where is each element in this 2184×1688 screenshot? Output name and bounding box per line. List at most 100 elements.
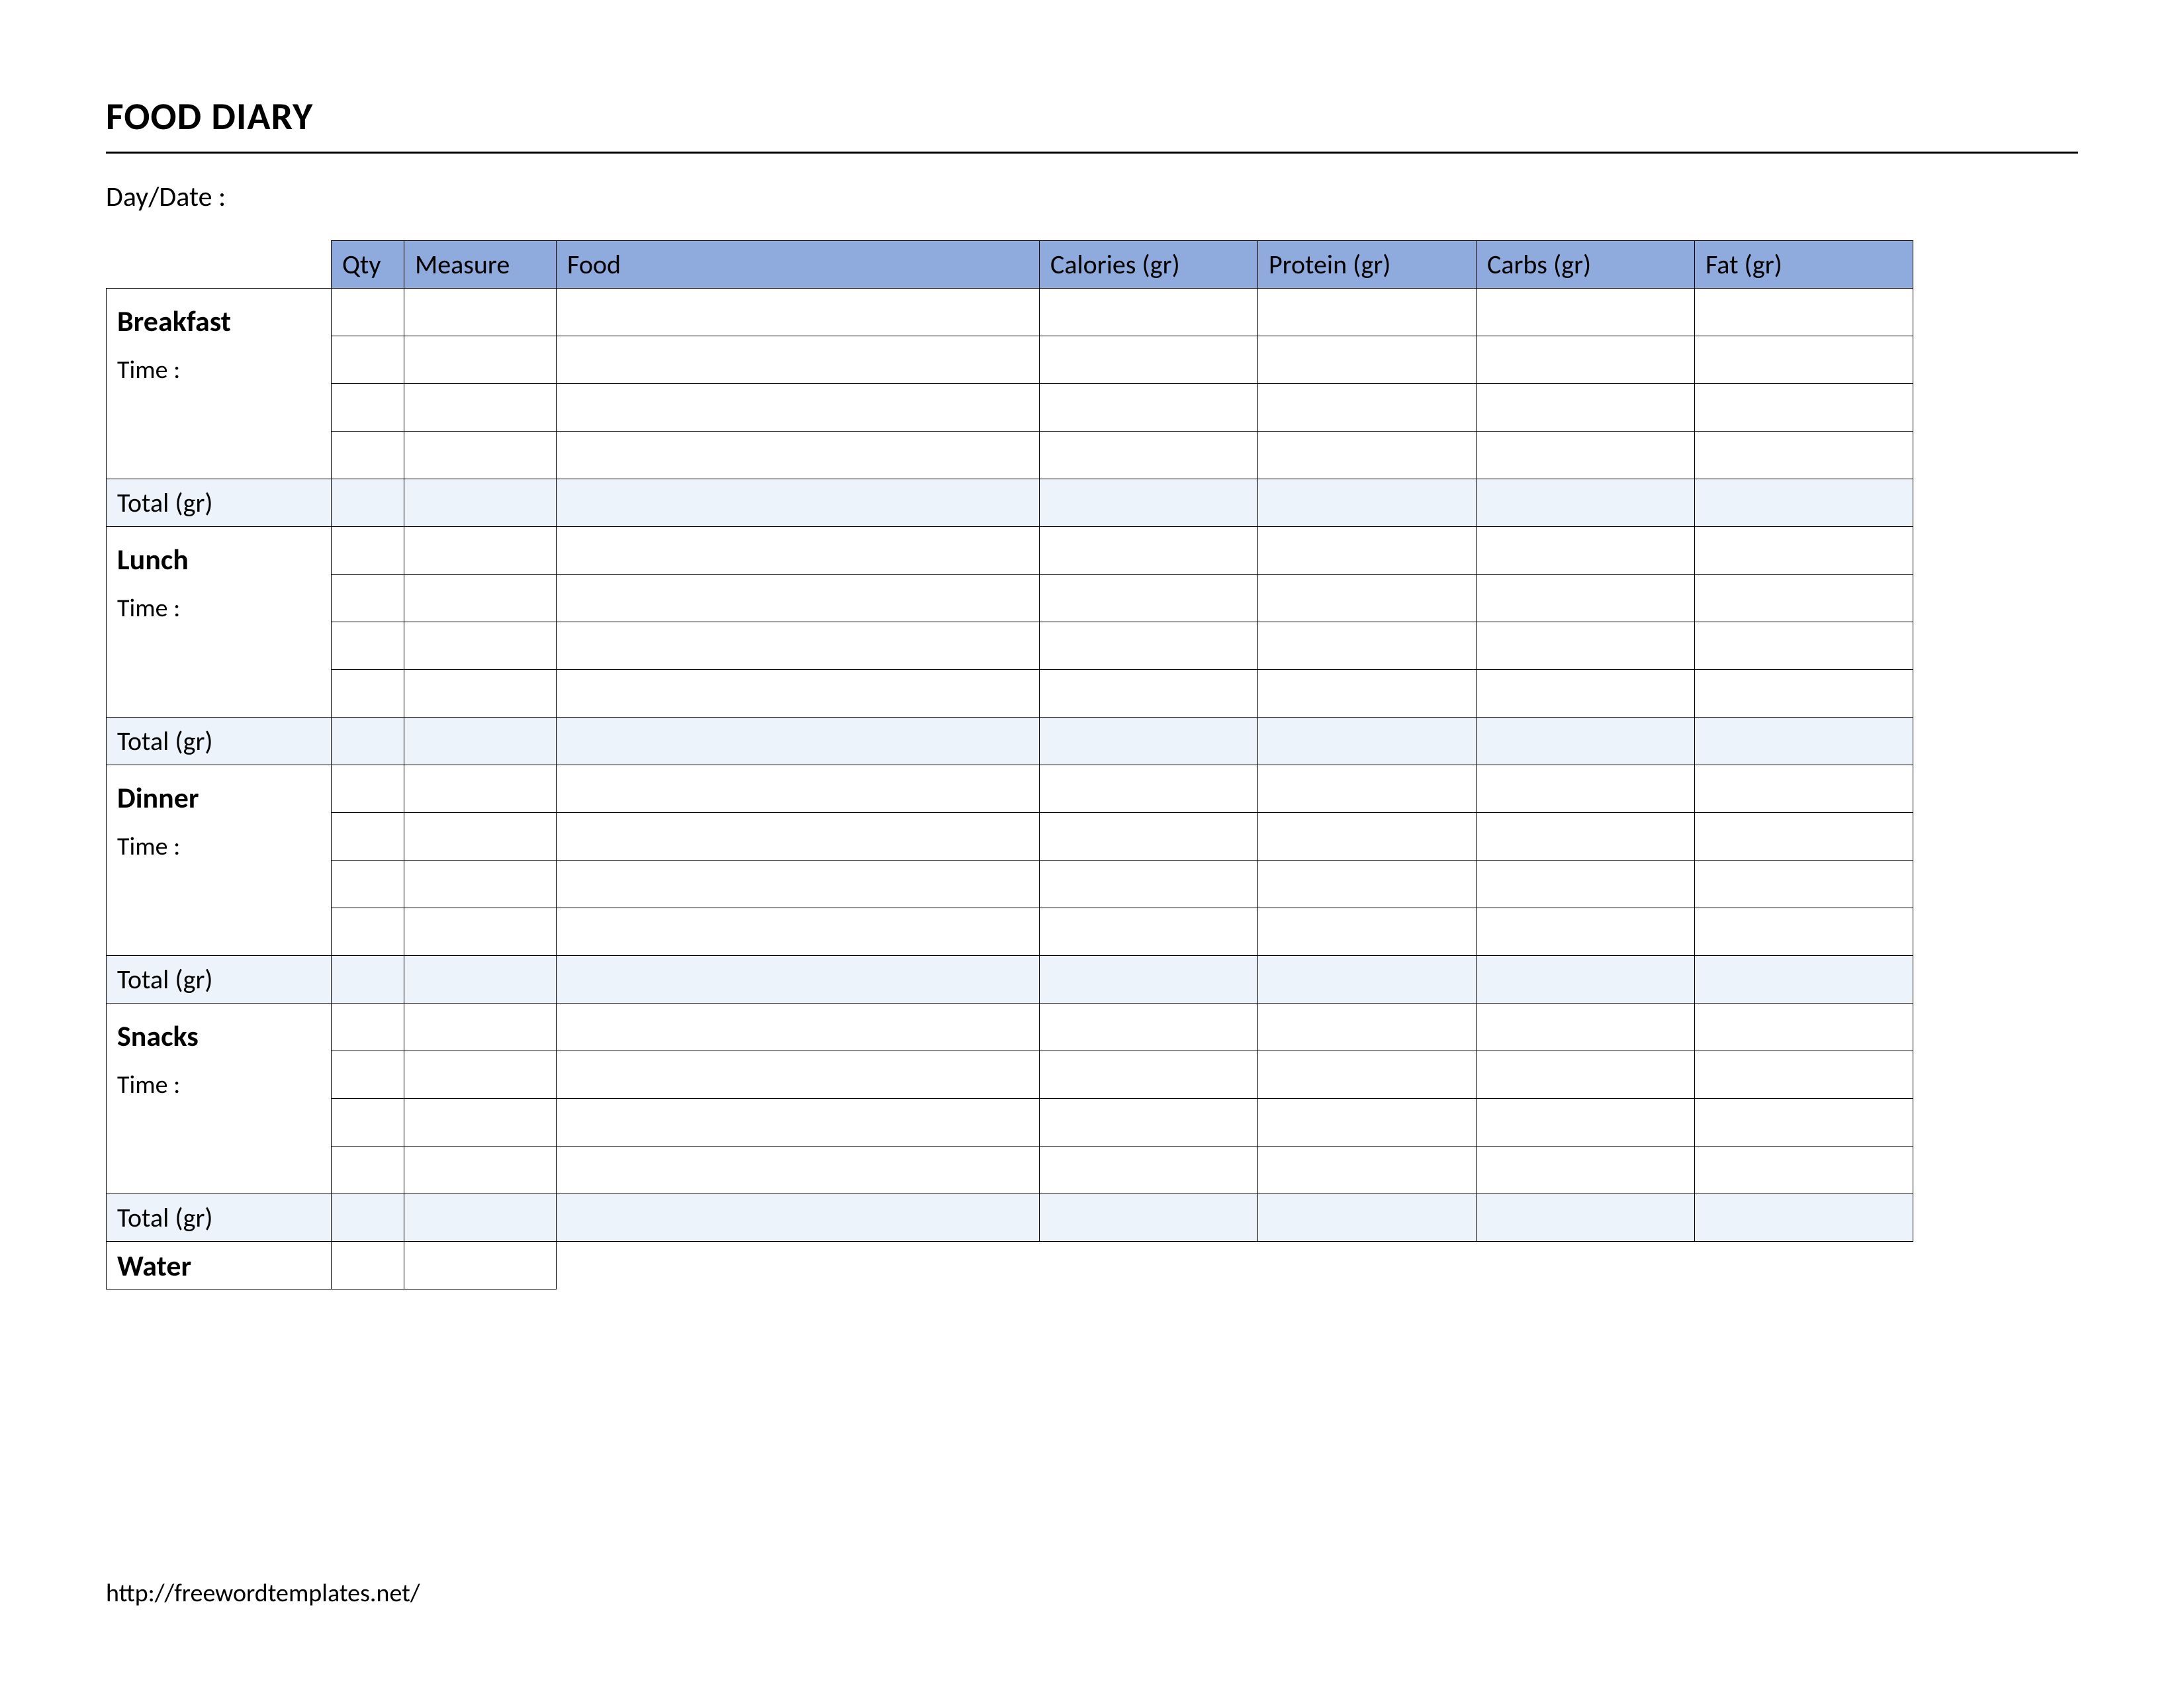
cell[interactable] (557, 289, 1040, 336)
cell[interactable] (1477, 861, 1695, 908)
cell[interactable] (1040, 1194, 1258, 1242)
cell[interactable] (1695, 1099, 1913, 1147)
cell[interactable] (1477, 908, 1695, 956)
cell[interactable] (557, 527, 1040, 575)
cell[interactable] (332, 908, 404, 956)
cell[interactable] (404, 813, 557, 861)
cell[interactable] (1477, 622, 1695, 670)
cell[interactable] (1258, 908, 1477, 956)
cell[interactable] (1040, 575, 1258, 622)
cell[interactable] (1258, 479, 1477, 527)
cell[interactable] (557, 1004, 1040, 1051)
cell[interactable] (557, 813, 1040, 861)
cell[interactable] (557, 956, 1040, 1004)
cell[interactable] (1040, 765, 1258, 813)
cell[interactable] (404, 956, 557, 1004)
cell[interactable] (1695, 1051, 1913, 1099)
cell[interactable] (1695, 432, 1913, 479)
cell[interactable] (332, 718, 404, 765)
cell[interactable] (332, 956, 404, 1004)
cell[interactable] (1258, 765, 1477, 813)
cell[interactable] (332, 622, 404, 670)
cell[interactable] (1258, 1194, 1477, 1242)
cell[interactable] (1258, 575, 1477, 622)
cell[interactable] (557, 575, 1040, 622)
cell[interactable] (332, 813, 404, 861)
cell[interactable] (1258, 670, 1477, 718)
cell[interactable] (1258, 622, 1477, 670)
cell[interactable] (1258, 527, 1477, 575)
cell[interactable] (1695, 1004, 1913, 1051)
cell[interactable] (1695, 479, 1913, 527)
cell[interactable] (1695, 575, 1913, 622)
cell[interactable] (404, 1099, 557, 1147)
cell[interactable] (1477, 289, 1695, 336)
cell[interactable] (1040, 479, 1258, 527)
cell[interactable] (1477, 384, 1695, 432)
cell[interactable] (404, 289, 557, 336)
cell[interactable] (1040, 1051, 1258, 1099)
cell[interactable] (332, 1147, 404, 1194)
cell[interactable] (1695, 1147, 1913, 1194)
cell[interactable] (1040, 813, 1258, 861)
cell[interactable] (404, 1147, 557, 1194)
cell[interactable] (1695, 861, 1913, 908)
cell[interactable] (1695, 956, 1913, 1004)
cell[interactable] (1040, 384, 1258, 432)
cell[interactable] (404, 1051, 557, 1099)
cell[interactable] (557, 670, 1040, 718)
cell[interactable] (1258, 1051, 1477, 1099)
cell[interactable] (1040, 1004, 1258, 1051)
cell[interactable] (1258, 956, 1477, 1004)
cell[interactable] (1477, 956, 1695, 1004)
cell[interactable] (557, 384, 1040, 432)
cell[interactable] (1477, 765, 1695, 813)
cell[interactable] (1477, 575, 1695, 622)
cell[interactable] (1695, 527, 1913, 575)
cell[interactable] (1040, 1099, 1258, 1147)
cell[interactable] (1258, 384, 1477, 432)
cell[interactable] (1695, 718, 1913, 765)
cell[interactable] (332, 336, 404, 384)
cell[interactable] (332, 1242, 404, 1289)
cell[interactable] (1477, 527, 1695, 575)
cell[interactable] (557, 432, 1040, 479)
cell[interactable] (1477, 479, 1695, 527)
cell[interactable] (332, 432, 404, 479)
cell[interactable] (557, 908, 1040, 956)
cell[interactable] (1695, 336, 1913, 384)
cell[interactable] (1695, 908, 1913, 956)
cell[interactable] (404, 432, 557, 479)
cell[interactable] (1695, 813, 1913, 861)
cell[interactable] (1040, 1147, 1258, 1194)
cell[interactable] (332, 1051, 404, 1099)
cell[interactable] (1040, 861, 1258, 908)
cell[interactable] (404, 1194, 557, 1242)
cell[interactable] (1695, 289, 1913, 336)
cell[interactable] (1477, 1194, 1695, 1242)
cell[interactable] (332, 479, 404, 527)
cell[interactable] (557, 622, 1040, 670)
cell[interactable] (1040, 336, 1258, 384)
cell[interactable] (1258, 336, 1477, 384)
cell[interactable] (1258, 1004, 1477, 1051)
cell[interactable] (557, 861, 1040, 908)
cell[interactable] (1258, 718, 1477, 765)
cell[interactable] (332, 575, 404, 622)
cell[interactable] (557, 1147, 1040, 1194)
cell[interactable] (404, 527, 557, 575)
cell[interactable] (1258, 1099, 1477, 1147)
cell[interactable] (332, 861, 404, 908)
cell[interactable] (557, 765, 1040, 813)
cell[interactable] (1695, 384, 1913, 432)
cell[interactable] (1040, 432, 1258, 479)
cell[interactable] (332, 1194, 404, 1242)
cell[interactable] (1695, 622, 1913, 670)
cell[interactable] (1040, 527, 1258, 575)
cell[interactable] (1258, 861, 1477, 908)
cell[interactable] (1477, 1051, 1695, 1099)
cell[interactable] (1477, 1147, 1695, 1194)
cell[interactable] (1477, 1004, 1695, 1051)
cell[interactable] (332, 384, 404, 432)
cell[interactable] (1040, 956, 1258, 1004)
